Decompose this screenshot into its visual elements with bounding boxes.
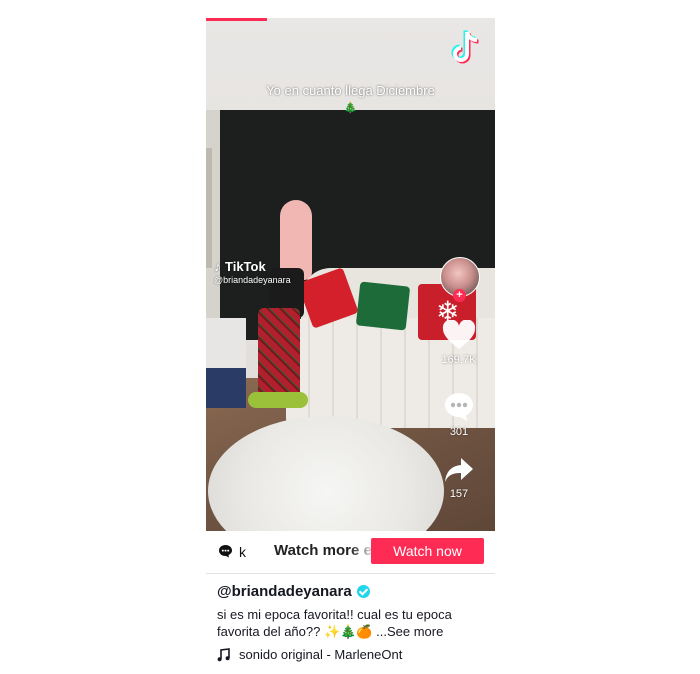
sound-name[interactable]: sonido original - MarleneOnt — [239, 647, 402, 662]
share-button[interactable]: 157 — [435, 456, 483, 500]
share-count: 157 — [449, 488, 469, 500]
comment-bar: k Watch more e Watch now — [206, 531, 495, 573]
see-more-link[interactable]: ...See more — [376, 624, 443, 639]
watermark-handle: @briandadeyanara — [214, 275, 291, 285]
scene-bed-blanket — [206, 368, 246, 408]
scene-window — [206, 148, 212, 268]
scene-green-pillow — [355, 281, 411, 331]
creator-username-row[interactable]: @briandadeyanara — [217, 583, 370, 600]
sound-link[interactable]: sonido original - MarleneOnt — [217, 647, 402, 662]
verified-icon — [356, 585, 370, 598]
scene-person-pajamas — [258, 308, 300, 398]
scene-person-slippers — [248, 392, 308, 408]
comment-button[interactable]: 301 — [435, 391, 483, 438]
post-description: si es mi epoca favorita!! cual es tu epo… — [217, 606, 487, 640]
video-caption: Yo en cuanto llega Diciembre — [266, 83, 435, 98]
like-count: 169.7K — [441, 354, 477, 366]
music-note-icon — [217, 647, 230, 661]
comment-bubble-icon — [219, 545, 232, 558]
comment-preview: k — [239, 544, 246, 560]
watch-now-button[interactable]: Watch now — [371, 538, 484, 564]
watermark-brand: TikTok — [225, 258, 266, 274]
creator-username[interactable]: @briandadeyanara — [217, 583, 352, 600]
like-button[interactable]: 169.7K — [435, 320, 483, 366]
watch-more-link[interactable]: Watch more e — [274, 542, 376, 559]
tiktok-note-icon: ♪ — [214, 258, 221, 274]
tiktok-embed-card: ❄ Yo en cuanto llega Diciembre 🎄 ♪ TikTo… — [206, 18, 495, 674]
divider — [206, 573, 495, 574]
follow-plus-icon[interactable]: + — [453, 289, 466, 302]
video-player[interactable]: ❄ Yo en cuanto llega Diciembre 🎄 ♪ TikTo… — [206, 18, 495, 531]
tiktok-watermark: ♪ TikTok @briandadeyanara — [214, 258, 291, 285]
share-icon — [445, 458, 473, 482]
comment-count: 301 — [449, 426, 469, 438]
heart-icon — [442, 320, 476, 349]
video-progress-bar[interactable] — [206, 18, 267, 21]
video-caption-emoji: 🎄 — [343, 102, 358, 114]
tiktok-logo-icon[interactable] — [447, 28, 483, 68]
comment-icon — [445, 393, 473, 421]
